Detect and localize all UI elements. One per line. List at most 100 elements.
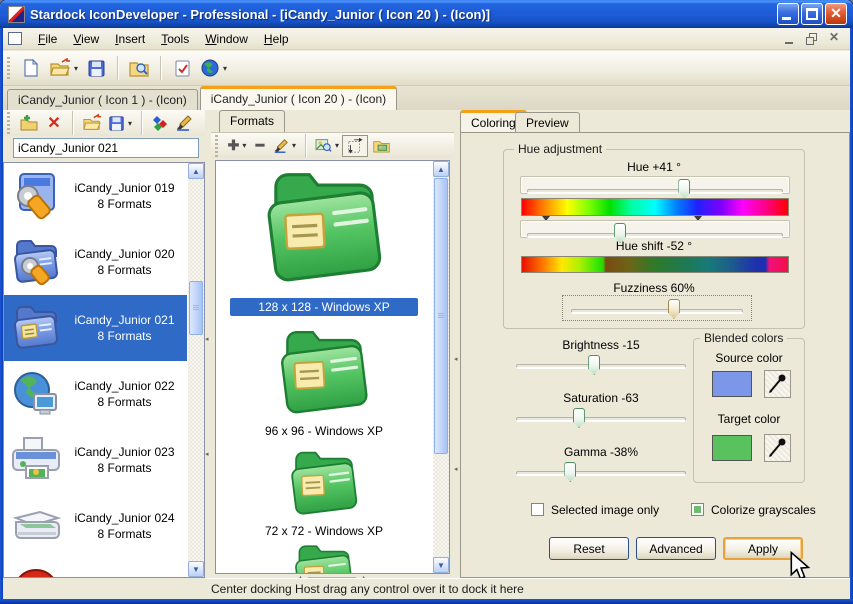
menu-tools[interactable]: Tools xyxy=(153,29,197,49)
eyedropper-icon xyxy=(765,435,790,461)
browse-icons-button[interactable] xyxy=(124,54,154,82)
gamma-slider[interactable] xyxy=(516,460,686,482)
open-folder-icon xyxy=(82,114,102,132)
save-button[interactable] xyxy=(81,54,111,82)
reset-button[interactable]: Reset xyxy=(549,537,629,560)
preview-mode-button[interactable]: ▾ xyxy=(312,132,342,160)
advanced-button[interactable]: Advanced xyxy=(636,537,716,560)
convert-colors-button[interactable] xyxy=(148,109,172,137)
scrollbar-thumb[interactable] xyxy=(189,281,203,335)
add-format-caret[interactable]: ▾ xyxy=(242,141,246,150)
tab-preview[interactable]: Preview xyxy=(515,112,580,132)
dimensions-toggle-button[interactable] xyxy=(342,135,368,157)
open-dropdown-caret[interactable]: ▾ xyxy=(74,64,78,73)
saturation-slider-thumb[interactable] xyxy=(573,408,585,428)
tab-formats[interactable]: Formats xyxy=(219,110,285,132)
list-item-selected[interactable]: iCandy_Junior 021 8 Formats xyxy=(4,295,187,361)
format-item[interactable]: 128 x 128 - Windows XP xyxy=(216,167,432,316)
tab-icon20[interactable]: iCandy_Junior ( Icon 20 ) - (Icon) xyxy=(200,86,397,110)
close-button[interactable]: ✕ xyxy=(825,3,847,25)
list-item-formats: 8 Formats xyxy=(62,262,187,278)
mdi-close-button[interactable]: ✕ xyxy=(826,32,842,46)
export-folder-button[interactable] xyxy=(368,132,394,160)
mdi-restore-button[interactable] xyxy=(804,32,820,46)
scroll-down-button[interactable]: ▼ xyxy=(188,561,204,577)
format-item-partial[interactable] xyxy=(216,543,432,574)
source-eyedropper-button[interactable] xyxy=(764,370,791,398)
printer-icon xyxy=(10,434,62,486)
save-dropdown-caret[interactable]: ▾ xyxy=(128,119,132,128)
menu-insert[interactable]: Insert xyxy=(107,29,153,49)
brightness-slider-thumb[interactable] xyxy=(588,355,600,375)
preview-mode-caret[interactable]: ▾ xyxy=(335,141,339,150)
hue-slider[interactable] xyxy=(520,176,790,194)
maximize-button[interactable] xyxy=(801,3,823,25)
list-item-name: iCandy_Junior 021 xyxy=(62,312,187,328)
target-color-swatch[interactable] xyxy=(712,435,752,461)
edit-format-caret[interactable]: ▾ xyxy=(292,141,296,150)
icon-name-input[interactable] xyxy=(13,138,199,158)
saturation-slider[interactable] xyxy=(516,406,686,428)
add-icon-button[interactable] xyxy=(16,109,42,137)
document-tabstrip: iCandy_Junior ( Icon 1 ) - (Icon) iCandy… xyxy=(3,86,850,110)
mdi-child-icon[interactable] xyxy=(8,32,22,45)
menu-view[interactable]: View xyxy=(65,29,107,49)
new-document-button[interactable] xyxy=(16,54,46,82)
validate-button[interactable] xyxy=(167,54,197,82)
menu-bar: File View Insert Tools Window Help ✕ xyxy=(3,28,850,50)
hue-spectrum-bar xyxy=(521,198,789,216)
fuzziness-slider-thumb[interactable] xyxy=(668,299,680,319)
gamma-slider-thumb[interactable] xyxy=(564,462,576,482)
hue-shift-slider[interactable] xyxy=(520,220,790,238)
hue-slider-thumb[interactable] xyxy=(678,179,690,199)
remove-format-button[interactable]: ━ xyxy=(250,132,270,160)
source-color-swatch[interactable] xyxy=(712,371,752,397)
edit-format-button[interactable]: ▾ xyxy=(270,132,299,160)
list-item[interactable]: iCandy_Junior 020 8 Formats xyxy=(4,229,187,295)
eyedropper-icon xyxy=(765,371,790,397)
toolbar-grip[interactable] xyxy=(7,57,10,79)
scroll-down-button[interactable]: ▼ xyxy=(433,557,449,573)
icon-list-toolbar-grip[interactable] xyxy=(7,112,10,134)
format-label[interactable]: 72 x 72 - Windows XP xyxy=(216,522,432,540)
delete-icon-button[interactable]: ✕ xyxy=(42,109,66,137)
fuzziness-slider[interactable] xyxy=(562,295,752,321)
scrollbar-thumb[interactable] xyxy=(434,178,448,454)
formats-toolbar-grip[interactable] xyxy=(215,135,218,157)
format-item[interactable]: 72 x 72 - Windows XP xyxy=(216,449,432,540)
mdi-minimize-button[interactable] xyxy=(782,32,798,46)
title-bar[interactable]: Stardock IconDeveloper - Professional - … xyxy=(0,0,853,28)
web-button[interactable]: ▾ xyxy=(197,54,230,82)
list-item[interactable]: iCandy_Junior 022 8 Formats xyxy=(4,361,187,427)
save-icon-button[interactable]: ▾ xyxy=(105,109,135,137)
format-item[interactable]: 96 x 96 - Windows XP xyxy=(216,327,432,440)
list-item-formats: 8 Formats xyxy=(62,394,187,410)
brightness-slider[interactable] xyxy=(516,353,686,375)
paint-button[interactable] xyxy=(172,109,196,137)
menu-help[interactable]: Help xyxy=(256,29,297,49)
list-item[interactable]: iCandy_Junior 025 8 Formats xyxy=(4,559,187,578)
scroll-up-button[interactable]: ▲ xyxy=(433,161,449,177)
list-item-formats: 8 Formats xyxy=(62,328,187,344)
formats-list: 128 x 128 - Windows XP xyxy=(215,160,450,574)
open-button[interactable]: ▾ xyxy=(46,54,81,82)
open-icon-button[interactable] xyxy=(79,109,105,137)
web-dropdown-caret[interactable]: ▾ xyxy=(223,64,227,73)
list-item[interactable]: iCandy_Junior 024 8 Formats xyxy=(4,493,187,559)
menu-window[interactable]: Window xyxy=(197,29,256,49)
scroll-up-button[interactable]: ▲ xyxy=(188,163,204,179)
formats-scrollbar[interactable]: ▲ ▼ xyxy=(433,161,449,573)
list-item[interactable]: iCandy_Junior 019 8 Formats xyxy=(4,163,187,229)
format-label[interactable]: 96 x 96 - Windows XP xyxy=(216,422,432,440)
target-eyedropper-button[interactable] xyxy=(764,434,791,462)
list-item[interactable]: iCandy_Junior 023 8 Formats xyxy=(4,427,187,493)
menu-file[interactable]: File xyxy=(30,29,65,49)
minimize-button[interactable] xyxy=(777,3,799,25)
format-label-selected[interactable]: 128 x 128 - Windows XP xyxy=(230,298,418,316)
add-format-button[interactable]: ✚ ▾ xyxy=(224,132,250,160)
tab-icon1[interactable]: iCandy_Junior ( Icon 1 ) - (Icon) xyxy=(7,89,198,110)
selected-image-only-checkbox[interactable] xyxy=(531,503,544,516)
colorize-grayscales-checkbox[interactable] xyxy=(691,503,704,516)
scanner-icon xyxy=(10,500,62,552)
icon-list-scrollbar[interactable]: ▲ ▼ xyxy=(188,163,204,577)
